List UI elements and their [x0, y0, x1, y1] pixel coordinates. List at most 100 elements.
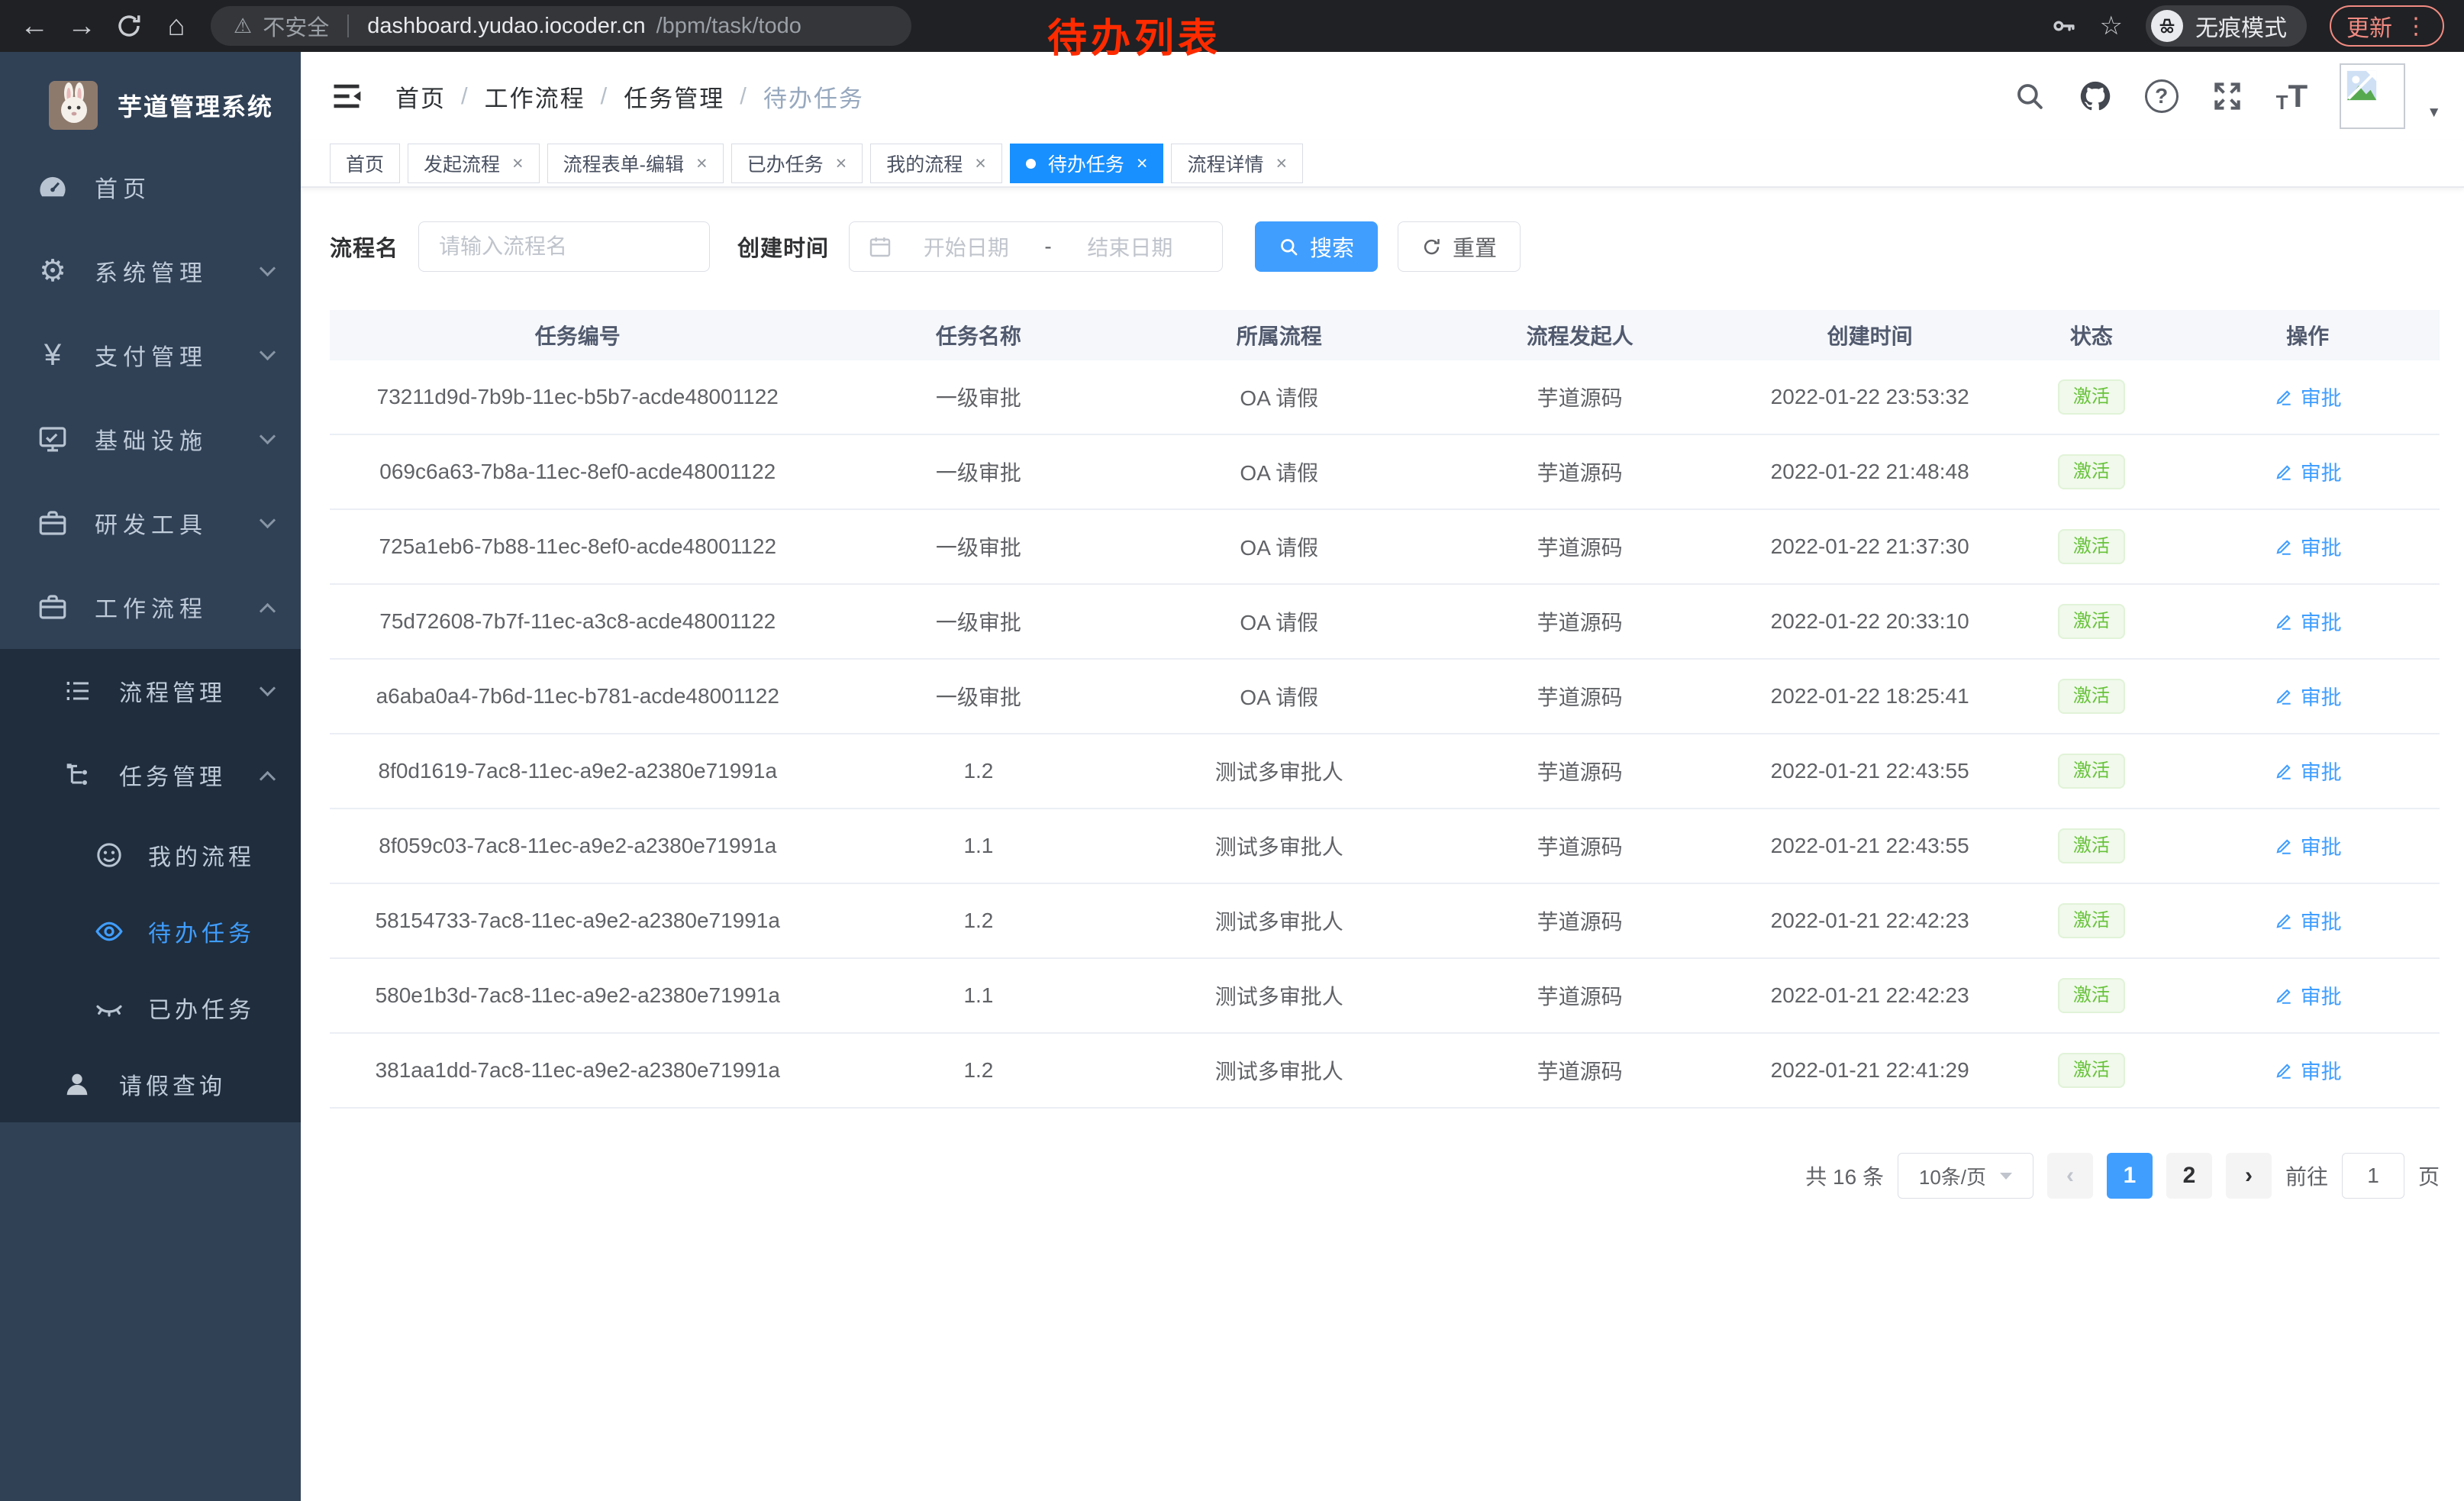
broken-image-icon — [2344, 68, 2379, 103]
status-badge: 激活 — [2058, 604, 2125, 639]
tab-start-process[interactable]: 发起流程 × — [408, 144, 540, 183]
cell-status: 激活 — [2007, 828, 2175, 863]
help-icon[interactable]: ? — [2145, 79, 2179, 113]
goto-page-input[interactable] — [2342, 1153, 2404, 1199]
sidebar-item-done-tasks[interactable]: 已办任务 — [0, 970, 301, 1046]
tab-my-process[interactable]: 我的流程 × — [870, 144, 1002, 183]
breadcrumb-workflow[interactable]: 工作流程 — [485, 79, 585, 114]
sidebar-collapse-button[interactable] — [330, 79, 363, 113]
prev-page-button[interactable]: ‹ — [2047, 1153, 2093, 1199]
page-button-2[interactable]: 2 — [2166, 1153, 2212, 1199]
sidebar-item-dev-tools[interactable]: 研发工具 — [0, 481, 301, 565]
tab-process-detail[interactable]: 流程详情 × — [1171, 144, 1303, 183]
approve-link[interactable]: 审批 — [2274, 905, 2342, 935]
browser-update-button[interactable]: 更新 ⋮ — [2330, 5, 2444, 47]
tree-icon — [60, 760, 95, 790]
app-logo-row[interactable]: 芋道管理系统 — [0, 66, 301, 145]
password-key-icon[interactable] — [2051, 13, 2077, 39]
browser-back-button[interactable]: ← — [11, 0, 58, 52]
cell-created: 2022-01-21 22:42:23 — [1733, 909, 2007, 933]
browser-reload-button[interactable] — [105, 0, 153, 52]
approve-link[interactable]: 审批 — [2274, 1055, 2342, 1085]
approve-link[interactable]: 审批 — [2274, 606, 2342, 636]
eye-open-icon — [92, 916, 127, 947]
sidebar-item-leave-query[interactable]: 请假查询 — [0, 1046, 301, 1122]
close-icon[interactable]: × — [836, 153, 847, 175]
search-icon[interactable] — [2014, 80, 2046, 112]
cell-process: OA 请假 — [1131, 457, 1427, 487]
tab-process-form-edit[interactable]: 流程表单-编辑 × — [547, 144, 724, 183]
tab-done-tasks[interactable]: 已办任务 × — [731, 144, 863, 183]
sidebar-item-task-mgmt[interactable]: 任务管理 — [0, 733, 301, 817]
close-icon[interactable]: × — [975, 153, 986, 175]
sidebar-item-home[interactable]: 首页 — [0, 145, 301, 229]
next-page-button[interactable]: › — [2226, 1153, 2272, 1199]
edit-pen-icon — [2274, 686, 2294, 706]
page-size-select[interactable]: 10条/页 — [1898, 1153, 2033, 1199]
bookmark-star-icon[interactable]: ☆ — [2100, 11, 2123, 41]
tab-todo-tasks[interactable]: 待办任务 × — [1010, 144, 1164, 183]
dashboard-icon — [35, 171, 70, 203]
sidebar-item-my-process[interactable]: 我的流程 — [0, 817, 301, 893]
approve-link[interactable]: 审批 — [2274, 531, 2342, 561]
address-bar[interactable]: ⚠ 不安全 dashboard.yudao.iocoder.cn/bpm/tas… — [211, 6, 911, 46]
close-icon[interactable]: × — [1137, 153, 1148, 175]
github-icon[interactable] — [2078, 79, 2113, 114]
sidebar-item-infrastructure[interactable]: 基础设施 — [0, 397, 301, 481]
font-size-icon[interactable]: TT — [2276, 80, 2308, 112]
approve-link[interactable]: 审批 — [2274, 980, 2342, 1010]
pagination-total: 共 16 条 — [1805, 1160, 1884, 1191]
reset-button[interactable]: 重置 — [1398, 221, 1521, 272]
reset-button-label: 重置 — [1453, 231, 1497, 263]
chevron-down-icon — [260, 679, 276, 696]
close-icon[interactable]: × — [512, 153, 524, 175]
tab-label: 发起流程 — [424, 150, 500, 177]
approve-link-label: 审批 — [2301, 606, 2342, 636]
start-date-placeholder[interactable]: 开始日期 — [892, 231, 1040, 262]
date-range-picker[interactable]: 开始日期 - 结束日期 — [849, 221, 1223, 272]
screen: { "browser": { "security_label": "不安全", … — [0, 0, 2464, 1501]
sidebar-item-label: 流程管理 — [119, 674, 226, 708]
fullscreen-icon[interactable] — [2211, 79, 2244, 113]
avatar-caret-icon[interactable]: ▼ — [2427, 105, 2441, 121]
breadcrumb-task-mgmt[interactable]: 任务管理 — [624, 79, 724, 114]
close-icon[interactable]: × — [696, 153, 708, 175]
cell-created: 2022-01-22 21:48:48 — [1733, 460, 2007, 484]
sidebar-item-payment-mgmt[interactable]: ¥ 支付管理 — [0, 313, 301, 397]
approve-link-label: 审批 — [2301, 831, 2342, 860]
cell-starter: 芋道源码 — [1427, 980, 1733, 1011]
approve-link[interactable]: 审批 — [2274, 382, 2342, 412]
avatar[interactable] — [2340, 63, 2405, 129]
sidebar-item-todo-tasks[interactable]: 待办任务 — [0, 893, 301, 970]
status-badge: 激活 — [2058, 903, 2125, 938]
approve-link[interactable]: 审批 — [2274, 457, 2342, 486]
page-button-1[interactable]: 1 — [2107, 1153, 2153, 1199]
sidebar-item-label: 研发工具 — [95, 506, 208, 540]
edit-pen-icon — [2274, 462, 2294, 482]
table-body: 73211d9d-7b9b-11ec-b5b7-acde48001122 一级审… — [330, 360, 2440, 1109]
sidebar-item-system-mgmt[interactable]: ⚙ 系统管理 — [0, 229, 301, 313]
cell-action: 审批 — [2175, 606, 2440, 637]
browser-home-button[interactable]: ⌂ — [153, 0, 200, 52]
approve-link[interactable]: 审批 — [2274, 831, 2342, 860]
list-icon — [60, 676, 95, 706]
breadcrumb-home[interactable]: 首页 — [395, 79, 446, 114]
process-name-input[interactable] — [418, 221, 710, 272]
approve-link-label: 审批 — [2301, 457, 2342, 486]
tab-home[interactable]: 首页 — [330, 144, 400, 183]
page-header: 首页 / 工作流程 / 任务管理 / 待办任务 ? TT — [301, 52, 2464, 140]
search-button[interactable]: 搜索 — [1255, 221, 1378, 272]
date-range-separator: - — [1040, 234, 1056, 259]
browser-forward-button[interactable]: → — [58, 0, 105, 52]
browser-menu-icon[interactable]: ⋮ — [2404, 13, 2427, 40]
approve-link[interactable]: 审批 — [2274, 756, 2342, 786]
cell-starter: 芋道源码 — [1427, 681, 1733, 712]
approve-link[interactable]: 审批 — [2274, 681, 2342, 711]
sidebar-item-label: 已办任务 — [148, 991, 255, 1025]
cell-created: 2022-01-22 21:37:30 — [1733, 534, 2007, 559]
cell-action: 审批 — [2175, 756, 2440, 786]
sidebar-item-workflow[interactable]: 工作流程 — [0, 565, 301, 649]
close-icon[interactable]: × — [1276, 153, 1287, 175]
sidebar-item-process-mgmt[interactable]: 流程管理 — [0, 649, 301, 733]
end-date-placeholder[interactable]: 结束日期 — [1056, 231, 1204, 262]
